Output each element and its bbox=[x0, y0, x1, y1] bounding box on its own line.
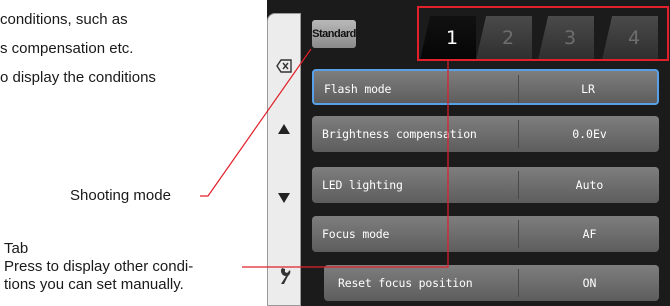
callout-lines bbox=[200, 48, 449, 268]
